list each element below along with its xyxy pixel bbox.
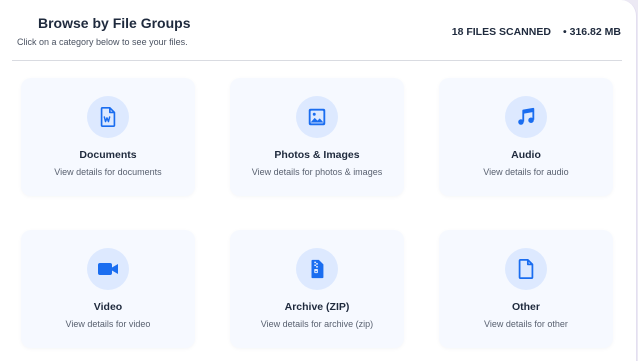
category-title: Documents (79, 149, 137, 161)
music-note-icon (505, 96, 547, 138)
category-card-audio[interactable]: Audio View details for audio (439, 78, 613, 196)
category-card-photos-images[interactable]: Photos & Images View details for photos … (230, 78, 404, 196)
file-icon (505, 248, 547, 290)
page-title: Browse by File Groups (38, 15, 191, 31)
zip-file-icon (296, 248, 338, 290)
header-divider (12, 60, 622, 61)
files-scanned-count: 18 FILES SCANNED (451, 26, 551, 38)
category-card-video[interactable]: Video View details for video (21, 230, 195, 348)
category-card-documents[interactable]: Documents View details for documents (21, 78, 195, 196)
category-title: Archive (ZIP) (284, 301, 350, 313)
stats-separator: • (562, 26, 567, 38)
category-card-archive-zip[interactable]: Archive (ZIP) View details for archive (… (230, 230, 404, 348)
category-description: View details for documents (54, 167, 162, 177)
scan-stats: 18 FILES SCANNED • 316.82 MB (452, 26, 621, 38)
category-description: View details for video (65, 319, 151, 329)
category-title: Audio (511, 149, 541, 161)
total-size: 316.82 MB (569, 26, 621, 38)
category-title: Other (511, 301, 540, 313)
category-title: Video (93, 301, 123, 313)
page-subtitle: Click on a category below to see your fi… (17, 37, 188, 47)
image-icon (296, 96, 338, 138)
category-title: Photos & Images (274, 149, 360, 161)
video-camera-icon (87, 248, 129, 290)
panel-header: Browse by File Groups Click on a categor… (0, 0, 636, 60)
file-groups-panel: Browse by File Groups Click on a categor… (0, 0, 637, 361)
category-description: View details for other (484, 319, 568, 329)
category-description: View details for audio (483, 167, 569, 177)
document-icon (87, 96, 129, 138)
category-card-other[interactable]: Other View details for other (439, 230, 613, 348)
category-description: View details for archive (zip) (260, 319, 374, 329)
category-description: View details for photos & images (251, 167, 383, 177)
